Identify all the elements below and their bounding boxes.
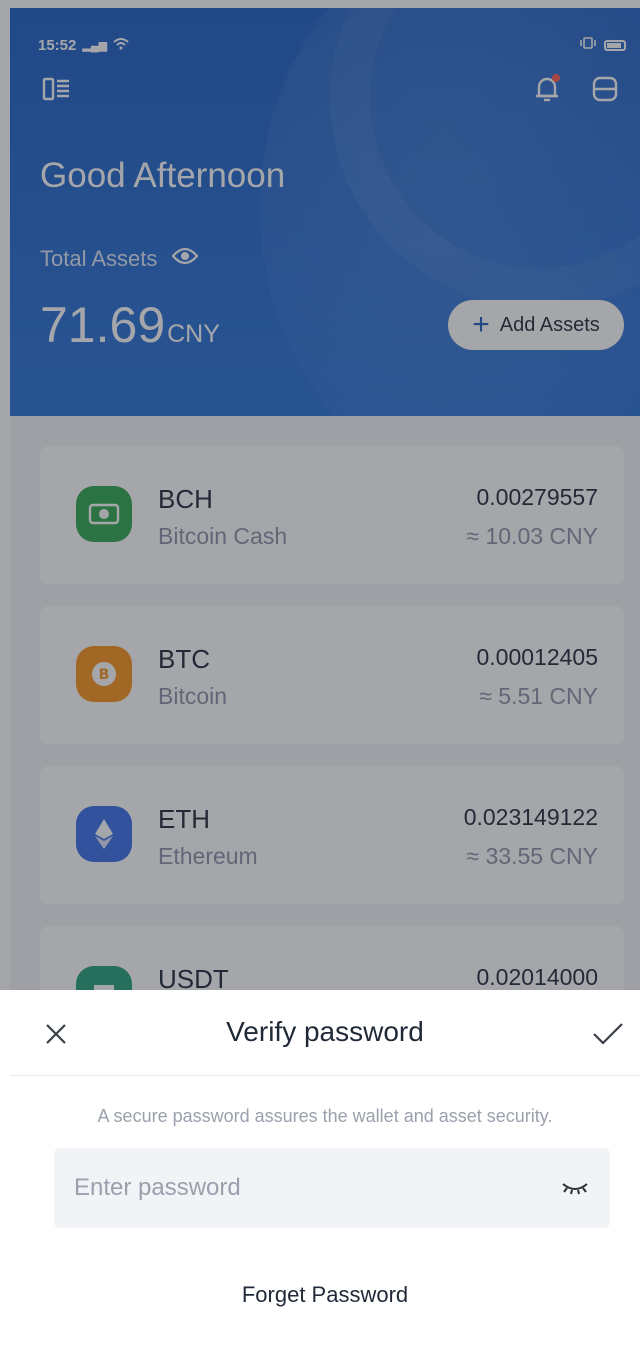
verify-password-sheet: Verify password A secure password assure… — [10, 990, 640, 1352]
eye-closed-icon[interactable] — [560, 1174, 590, 1202]
confirm-check-icon[interactable] — [590, 1018, 626, 1050]
forget-password-link[interactable]: Forget Password — [10, 1282, 640, 1308]
password-input[interactable] — [74, 1148, 534, 1228]
password-field-container — [54, 1148, 610, 1228]
security-hint: A secure password assures the wallet and… — [97, 1106, 553, 1126]
sheet-header: Verify password — [10, 990, 640, 1076]
modal-backdrop[interactable] — [0, 0, 640, 990]
sheet-title: Verify password — [226, 1016, 424, 1047]
